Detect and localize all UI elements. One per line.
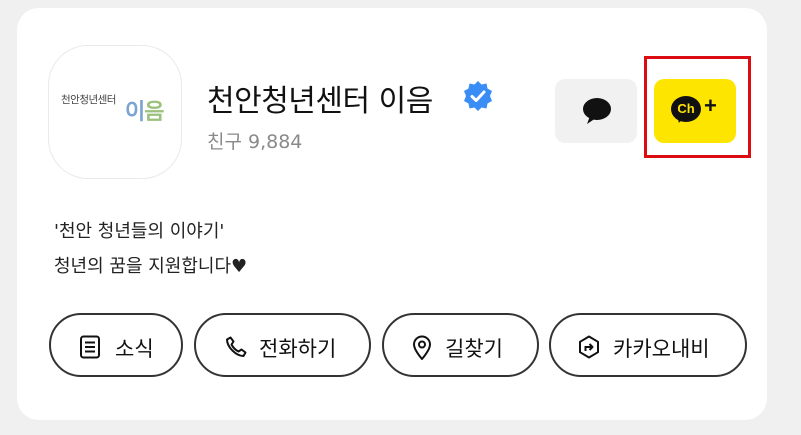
description-line-1: '천안 청년들의 이야기' <box>54 221 225 242</box>
call-button-label: 전화하기 <box>259 338 337 361</box>
kakao-navi-button[interactable]: 카카오내비 <box>549 313 747 377</box>
location-pin-icon <box>413 335 431 360</box>
speech-bubble-icon <box>583 98 611 124</box>
navi-icon <box>579 335 599 359</box>
verified-badge-icon <box>464 81 492 111</box>
phone-icon <box>226 336 247 357</box>
avatar-logo: 이음 <box>125 100 165 125</box>
directions-button-label: 길찾기 <box>445 338 503 361</box>
news-icon <box>80 335 100 359</box>
channel-name: 천안청년센터 이음 <box>207 84 433 119</box>
avatar-text: 천안청년센터 <box>61 94 116 106</box>
plus-icon: + <box>704 93 717 118</box>
description-line-2: 청년의 꿈을 지원합니다♥ <box>54 256 248 277</box>
call-button[interactable]: 전화하기 <box>194 313 371 377</box>
channel-bubble-tail <box>675 114 685 125</box>
kakao-navi-button-label: 카카오내비 <box>613 338 710 361</box>
news-button-label: 소식 <box>115 338 154 361</box>
chat-button[interactable] <box>555 79 637 143</box>
add-channel-button[interactable]: Ch + <box>654 79 736 143</box>
channel-avatar[interactable]: 천안청년센터 이음 <box>48 45 182 179</box>
directions-button[interactable]: 길찾기 <box>382 313 539 377</box>
channel-description: '천안 청년들의 이야기' 청년의 꿈을 지원합니다♥ <box>54 214 247 284</box>
friends-count: 친구 9,884 <box>207 131 303 153</box>
news-button[interactable]: 소식 <box>49 313 183 377</box>
